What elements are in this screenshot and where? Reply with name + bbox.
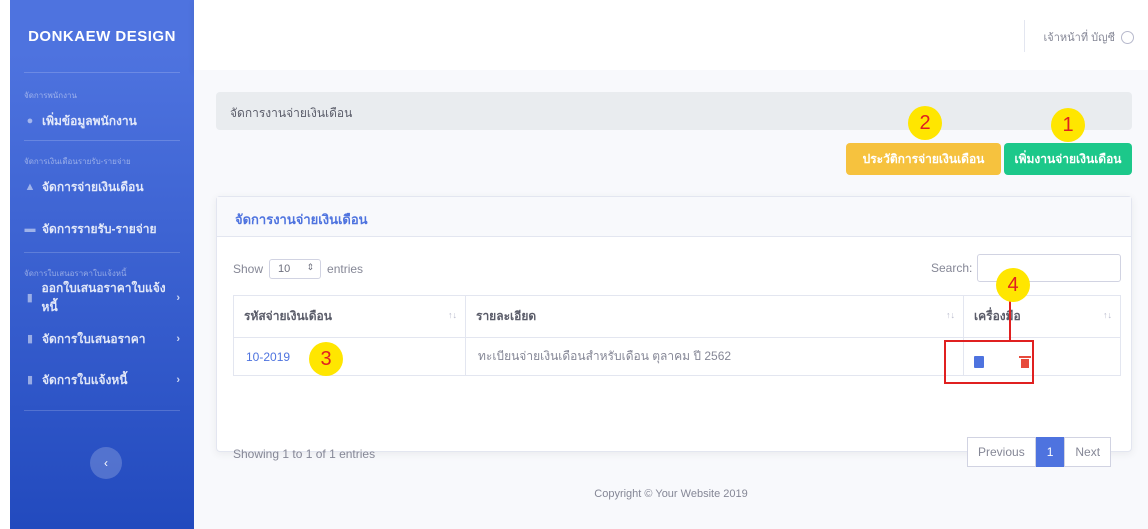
money-bill-icon: ▬	[24, 223, 36, 235]
sidebar-item-label: เพิ่มข้อมูลพนักงาน	[42, 113, 137, 128]
payroll-history-button[interactable]: ประวัติการจ่ายเงินเดือน	[846, 143, 1001, 175]
sidebar-item-issue-quotation[interactable]: ▮ ออกใบเสนอราคาใบแจ้งหนี้ ›	[10, 280, 194, 316]
sidebar-item-label: จัดการใบเสนอราคา	[42, 331, 146, 346]
annotation-marker-2: 2	[908, 106, 942, 140]
annotation-marker-3: 3	[309, 342, 343, 376]
annotation-leader-line	[1009, 298, 1011, 340]
trash-icon[interactable]	[1019, 356, 1031, 368]
chevron-right-icon: ›	[176, 333, 180, 345]
sort-icon: ↑↓	[448, 310, 457, 320]
file-icon: ▮	[26, 292, 33, 304]
entries-label: entries	[327, 262, 364, 276]
file-icon: ▮	[26, 374, 34, 386]
trash-body	[1021, 359, 1029, 368]
user-name: เจ้าหน้าที่ บัญชี	[1043, 32, 1115, 44]
topbar: เจ้าหน้าที่ บัญชี	[194, 0, 1148, 70]
sidebar-item-label: ออกใบเสนอราคาใบแจ้งหนี้	[41, 281, 166, 314]
table-header-row: รหัสจ่ายเงินเดือน ↑↓ รายละเอียด ↑↓ เครื่…	[233, 295, 1121, 338]
show-label: Show	[233, 262, 264, 276]
sort-icon: ↑↓	[946, 310, 955, 320]
sidebar-divider	[24, 140, 180, 141]
previous-page-button[interactable]: Previous	[967, 437, 1036, 467]
next-page-button[interactable]: Next	[1064, 437, 1112, 467]
annotation-marker-1: 1	[1051, 108, 1085, 142]
footer-copyright: Copyright © Your Website 2019	[594, 488, 748, 500]
sidebar-item-add-employee[interactable]: ● เพิ่มข้อมูลพนักงาน	[10, 102, 194, 140]
user-menu[interactable]: เจ้าหน้าที่ บัญชี	[1044, 28, 1134, 46]
sidebar-item-label: จัดการใบแจ้งหนี้	[42, 372, 128, 387]
column-label: รายละเอียด	[476, 309, 537, 323]
column-header-tools[interactable]: เครื่องมือ ↑↓	[963, 295, 1121, 338]
annotation-marker-4: 4	[996, 268, 1030, 302]
column-label: รหัสจ่ายเงินเดือน	[244, 309, 332, 323]
card-title: จัดการงานจ่ายเงินเดือน	[217, 197, 1131, 237]
chevron-right-icon: ›	[176, 374, 180, 386]
column-header-detail[interactable]: รายละเอียด ↑↓	[465, 295, 964, 338]
sidebar-item-invoices[interactable]: ▮ จัดการใบแจ้งหนี้ ›	[10, 362, 194, 398]
trash-lid	[1019, 356, 1031, 358]
table-summary: Showing 1 to 1 of 1 entries	[233, 447, 376, 461]
sidebar-divider	[24, 72, 180, 73]
user-circle-icon	[1121, 30, 1134, 44]
brand-logo[interactable]: DONKAEW DESIGN	[10, 0, 194, 72]
breadcrumb: จัดการงานจ่ายเงินเดือน	[216, 92, 1132, 130]
page-1-button[interactable]: 1	[1035, 437, 1065, 467]
sidebar-heading-employee: จัดการพนักงาน	[24, 91, 77, 100]
pagination: Previous 1 Next	[967, 437, 1112, 467]
hand-money-icon: ▲	[24, 181, 36, 193]
select-arrows-icon: ⇕	[306, 262, 315, 272]
pdf-icon[interactable]	[974, 356, 984, 368]
chevron-right-icon: ›	[176, 292, 180, 304]
payroll-code-link[interactable]: 10-2019	[233, 337, 466, 376]
payroll-detail: ทะเบียนจ่ายเงินเดือนสำหรับเดือน ตุลาคม ป…	[465, 337, 964, 376]
entries-value: 10	[278, 263, 291, 275]
entries-select[interactable]: 10 ⇕	[269, 259, 322, 279]
sidebar-item-income-expense[interactable]: ▬ จัดการรายรับ-รายจ่าย	[10, 206, 194, 252]
file-icon: ▮	[26, 333, 34, 345]
search-label: Search:	[931, 261, 973, 275]
topbar-divider	[1024, 20, 1025, 52]
column-label: เครื่องมือ	[974, 309, 1021, 323]
sidebar-item-label: จัดการจ่ายเงินเดือน	[42, 179, 144, 194]
show-entries: Show 10 ⇕ entries	[233, 259, 363, 279]
sidebar-item-label: จัดการรายรับ-รายจ่าย	[42, 221, 157, 236]
sidebar-divider	[24, 410, 180, 411]
sidebar-item-payroll[interactable]: ▲ จัดการจ่ายเงินเดือน	[10, 168, 194, 206]
sidebar-toggle-button[interactable]: ‹	[90, 447, 122, 479]
sidebar: DONKAEW DESIGN จัดการพนักงาน ● เพิ่มข้อม…	[10, 0, 194, 529]
sidebar-divider	[24, 252, 180, 253]
sort-icon: ↑↓	[1103, 310, 1112, 320]
sidebar-heading-payroll: จัดการเงินเดือนรายรับ-รายจ่าย	[24, 157, 131, 166]
add-payroll-button[interactable]: เพิ่มงานจ่ายเงินเดือน	[1004, 143, 1132, 175]
chevron-left-icon: ‹	[104, 456, 108, 470]
payroll-card: จัดการงานจ่ายเงินเดือน Show 10 ⇕ entries…	[216, 196, 1132, 467]
sidebar-item-quotations[interactable]: ▮ จัดการใบเสนอราคา ›	[10, 316, 194, 362]
users-icon: ●	[26, 115, 34, 127]
main-content: จัดการงานจ่ายเงินเดือน ประวัติการจ่ายเงิ…	[194, 70, 1148, 529]
column-header-code[interactable]: รหัสจ่ายเงินเดือน ↑↓	[233, 295, 466, 338]
